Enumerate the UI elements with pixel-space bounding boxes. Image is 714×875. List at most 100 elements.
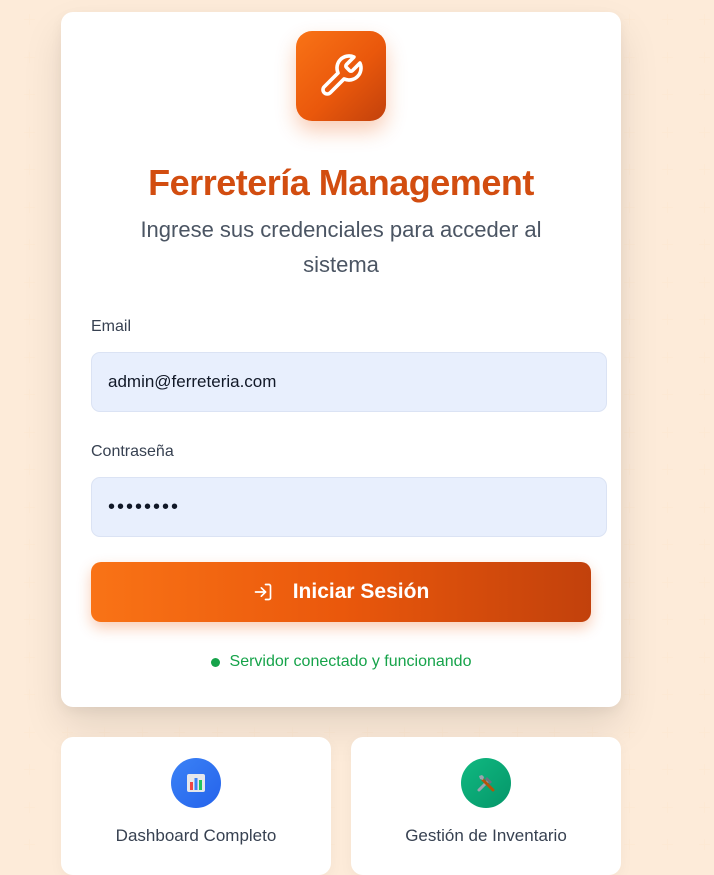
plus-decoration (624, 727, 635, 738)
email-value: admin@ferreteria.com (108, 372, 277, 391)
plus-decoration (24, 352, 35, 363)
status-dot-icon (210, 657, 220, 667)
plus-decoration (24, 464, 35, 475)
plus-decoration (662, 577, 673, 588)
plus-decoration (699, 127, 710, 138)
plus-decoration (699, 502, 710, 513)
login-icon (254, 583, 272, 601)
server-status: Servidor conectado y funcionando (61, 653, 621, 671)
plus-decoration (324, 727, 335, 738)
plus-decoration (24, 427, 35, 438)
plus-decoration (624, 464, 635, 475)
plus-decoration (624, 14, 635, 25)
plus-decoration (662, 52, 673, 63)
plus-decoration (662, 202, 673, 213)
plus-decoration (624, 89, 635, 100)
email-label: Email (91, 318, 132, 335)
plus-decoration (24, 164, 35, 175)
plus-decoration (662, 314, 673, 325)
feature-icon-badge (461, 758, 511, 808)
plus-decoration (662, 502, 673, 513)
plus-decoration (699, 764, 710, 775)
app-title: Ferretería Management (148, 162, 534, 203)
plus-decoration (24, 239, 35, 250)
plus-decoration (624, 764, 635, 775)
plus-decoration (662, 89, 673, 100)
plus-decoration (624, 539, 635, 550)
plus-decoration (624, 164, 635, 175)
plus-decoration (699, 464, 710, 475)
email-field[interactable]: admin@ferreteria.com (91, 352, 607, 412)
plus-decoration (24, 577, 35, 588)
plus-decoration (624, 389, 635, 400)
plus-decoration (662, 764, 673, 775)
plus-decoration (699, 314, 710, 325)
app-logo (296, 31, 386, 121)
plus-decoration (24, 314, 35, 325)
plus-decoration (662, 239, 673, 250)
plus-decoration (24, 764, 35, 775)
plus-decoration (662, 164, 673, 175)
plus-decoration (624, 502, 635, 513)
plus-decoration (699, 539, 710, 550)
plus-decoration (24, 539, 35, 550)
plus-decoration (624, 352, 635, 363)
plus-decoration (624, 427, 635, 438)
plus-decoration (699, 577, 710, 588)
plus-decoration (624, 127, 635, 138)
plus-decoration (662, 614, 673, 625)
plus-decoration (699, 614, 710, 625)
plus-decoration (624, 652, 635, 663)
bar-chart-icon (187, 774, 205, 792)
server-status-text: Servidor conectado y funcionando (229, 653, 472, 670)
plus-decoration (24, 89, 35, 100)
feature-card-inventory: Gestión de Inventario (351, 737, 621, 875)
plus-decoration (662, 539, 673, 550)
plus-decoration (662, 464, 673, 475)
plus-decoration (662, 652, 673, 663)
plus-decoration (624, 314, 635, 325)
plus-decoration (24, 127, 35, 138)
plus-decoration (662, 727, 673, 738)
plus-decoration (662, 427, 673, 438)
login-card: Ferretería Management Ingrese sus creden… (61, 12, 621, 707)
plus-decoration (699, 727, 710, 738)
plus-decoration (662, 389, 673, 400)
plus-decoration (24, 727, 35, 738)
plus-decoration (624, 202, 635, 213)
feature-label: Dashboard Completo (115, 826, 277, 845)
plus-decoration (699, 202, 710, 213)
plus-decoration (24, 614, 35, 625)
feature-icon-badge (171, 758, 221, 808)
plus-decoration (662, 127, 673, 138)
plus-decoration (699, 802, 710, 813)
app-subtitle: Ingrese sus credenciales para acceder al… (140, 217, 542, 277)
plus-decoration (699, 164, 710, 175)
plus-decoration (699, 52, 710, 63)
password-label: Contraseña (91, 443, 174, 460)
plus-decoration (24, 52, 35, 63)
plus-decoration (24, 202, 35, 213)
plus-decoration (24, 839, 35, 850)
login-button-label: Iniciar Sesión (292, 580, 430, 603)
feature-card-dashboard: Dashboard Completo (61, 737, 331, 875)
plus-decoration (699, 427, 710, 438)
plus-decoration (699, 839, 710, 850)
plus-decoration (624, 839, 635, 850)
plus-decoration (624, 689, 635, 700)
password-field[interactable]: •••••••• (91, 477, 607, 537)
plus-decoration (624, 277, 635, 288)
plus-decoration (662, 352, 673, 363)
plus-decoration (624, 614, 635, 625)
plus-decoration (24, 689, 35, 700)
plus-decoration (662, 689, 673, 700)
plus-decoration (624, 802, 635, 813)
plus-decoration (24, 802, 35, 813)
login-button[interactable]: Iniciar Sesión (91, 562, 591, 622)
plus-decoration (662, 839, 673, 850)
plus-decoration (24, 14, 35, 25)
plus-decoration (699, 89, 710, 100)
plus-decoration (24, 652, 35, 663)
plus-decoration (624, 577, 635, 588)
plus-decoration (24, 502, 35, 513)
